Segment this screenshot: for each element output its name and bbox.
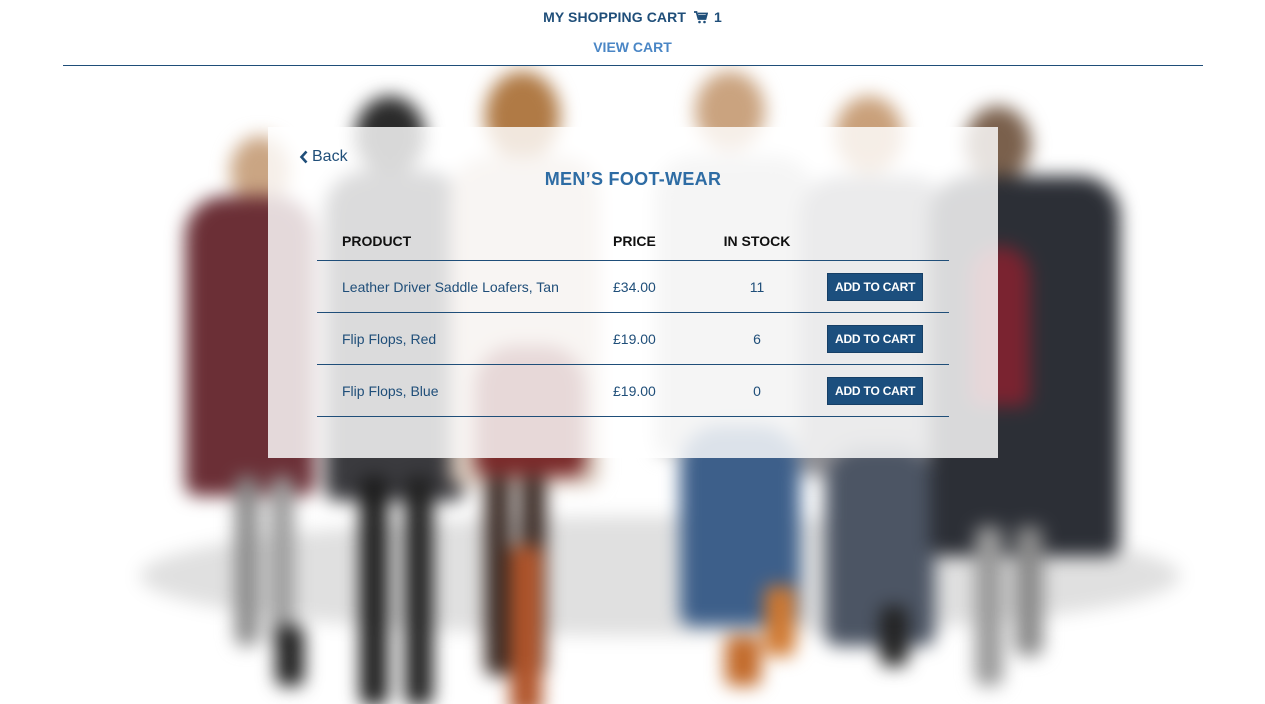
shopping-cart-icon: [694, 11, 709, 27]
header-divider: [63, 65, 1203, 66]
product-price: £34.00: [613, 260, 709, 313]
product-price: £19.00: [613, 312, 709, 365]
product-stock: 0: [709, 364, 805, 417]
table-header-row: PRODUCT PRICE IN STOCK: [317, 222, 949, 261]
table-row: Leather Driver Saddle Loafers, Tan £34.0…: [317, 260, 949, 313]
view-cart-link[interactable]: VIEW CART: [0, 39, 1265, 55]
chevron-left-icon: [299, 150, 308, 164]
add-to-cart-button[interactable]: ADD TO CART: [827, 324, 924, 353]
action-cell: ADD TO CART: [805, 364, 949, 417]
product-panel: Back MEN’S FOOT-WEAR PRODUCT PRICE IN ST…: [268, 127, 998, 458]
product-stock: 11: [709, 260, 805, 313]
column-header-product: PRODUCT: [317, 222, 613, 261]
product-price: £19.00: [613, 364, 709, 417]
cart-count: 1: [714, 9, 722, 25]
product-table: PRODUCT PRICE IN STOCK Leather Driver Sa…: [317, 222, 949, 417]
column-header-action: [805, 222, 949, 261]
add-to-cart-button[interactable]: ADD TO CART: [827, 272, 924, 301]
page-title: MEN’S FOOT-WEAR: [544, 169, 722, 189]
back-link[interactable]: Back: [299, 148, 348, 166]
shopping-cart-summary[interactable]: MY SHOPPING CART 1: [0, 9, 1265, 27]
product-name: Flip Flops, Red: [317, 312, 613, 365]
table-row: Flip Flops, Red £19.00 6 ADD TO CART: [317, 312, 949, 365]
cart-label: MY SHOPPING CART: [543, 9, 687, 25]
product-stock: 6: [709, 312, 805, 365]
add-to-cart-button[interactable]: ADD TO CART: [827, 376, 924, 405]
back-label: Back: [312, 148, 348, 165]
column-header-in-stock: IN STOCK: [709, 222, 805, 261]
action-cell: ADD TO CART: [805, 260, 949, 313]
action-cell: ADD TO CART: [805, 312, 949, 365]
site-header: MY SHOPPING CART 1 VIEW CART: [0, 0, 1265, 66]
table-row: Flip Flops, Blue £19.00 0 ADD TO CART: [317, 364, 949, 417]
column-header-price: PRICE: [613, 222, 709, 261]
product-name: Flip Flops, Blue: [317, 364, 613, 417]
product-name: Leather Driver Saddle Loafers, Tan: [317, 260, 613, 313]
